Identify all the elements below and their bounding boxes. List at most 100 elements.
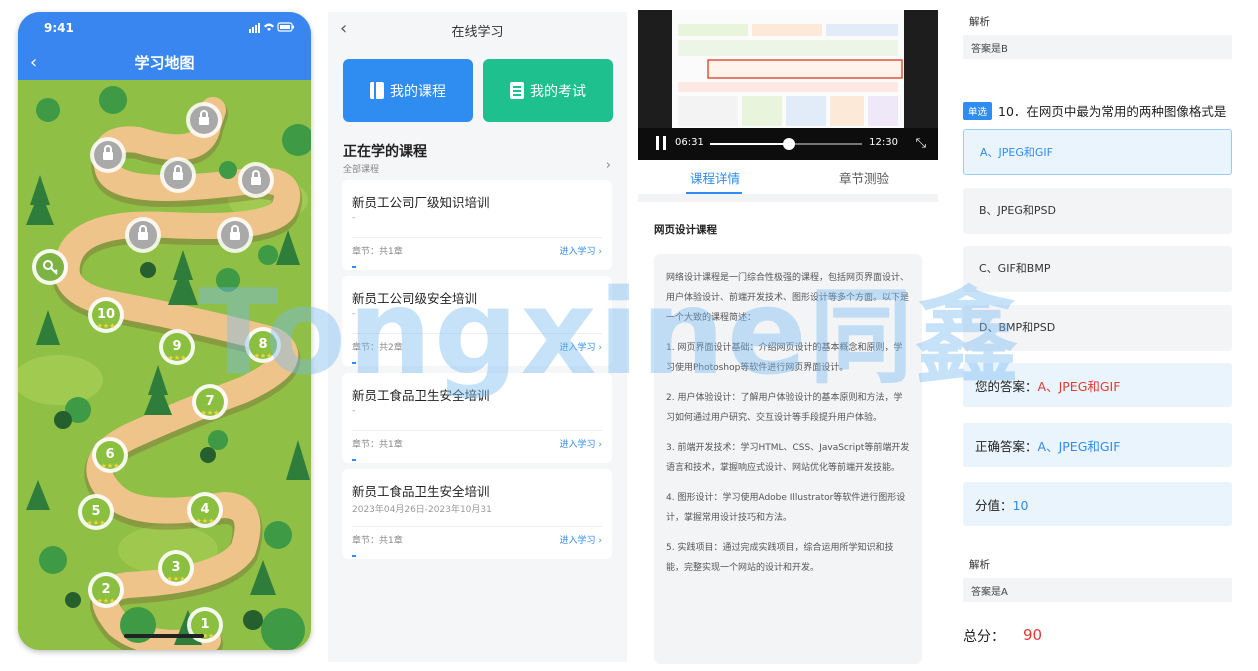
star-rating-icon: ★★★ — [196, 517, 215, 525]
divider — [638, 194, 938, 202]
total-label: 总分： — [963, 629, 1005, 645]
chevron-right-icon[interactable]: › — [606, 158, 611, 173]
course-title: 新员工公司厂级知识培训 — [352, 195, 490, 210]
my-exams-label: 我的考试 — [530, 83, 586, 100]
book-icon — [370, 82, 384, 99]
tab-course-detail[interactable]: 课程详情 — [690, 168, 740, 187]
all-courses-link[interactable]: 全部课程 — [343, 162, 379, 175]
course-card[interactable]: 新员工公司级安全培训 - 章节：共2章 进入学习 › — [342, 276, 612, 366]
star-rating-icon: ★★★ — [101, 462, 120, 470]
duration: 12:30 — [869, 137, 898, 148]
level-number: 1 — [200, 617, 209, 632]
document-icon — [510, 82, 524, 99]
level-node-9[interactable]: 9★★★ — [159, 329, 195, 365]
status-icons — [249, 21, 295, 36]
my-courses-button[interactable]: 我的课程 — [343, 59, 473, 122]
star-rating-icon: ★★★ — [201, 409, 220, 417]
enter-study-link[interactable]: 进入学习 › — [560, 437, 602, 450]
level-number: 4 — [200, 502, 209, 517]
seek-progress — [710, 143, 790, 145]
score-row: 分值：10 — [963, 482, 1232, 526]
course-chapters: 章节：共1章 — [352, 247, 403, 257]
pause-icon[interactable] — [656, 136, 666, 150]
your-answer-row: 您的答案：A、JPEG和GIF — [963, 363, 1232, 407]
slide-diagram-image — [672, 10, 904, 128]
map-header: 9:41 ‹ 学习地图 — [18, 12, 311, 80]
level-node-8[interactable]: 8★★★ — [245, 327, 281, 363]
my-courses-label: 我的课程 — [390, 83, 446, 100]
star-rating-icon: ★★★ — [254, 352, 273, 360]
enter-study-link[interactable]: 进入学习 › — [560, 244, 602, 257]
correct-answer-value: A、JPEG和GIF — [1037, 439, 1121, 454]
course-title: 新员工食品卫生安全培训 — [352, 484, 490, 499]
seek-handle[interactable] — [783, 138, 796, 150]
star-rating-icon: ★★★ — [168, 354, 187, 362]
option-b[interactable]: B、JPEG和PSD — [963, 188, 1232, 234]
level-number: 3 — [171, 560, 180, 575]
level-number: 9 — [172, 339, 181, 354]
status-time: 9:41 — [44, 21, 74, 35]
question-type-badge: 单选 — [963, 101, 993, 120]
course-card[interactable]: 新员工食品卫生安全培训 2023年04月26日-2023年10月31 章节：共1… — [342, 469, 612, 559]
video-frame — [672, 10, 904, 128]
total-score: 90 — [1023, 626, 1043, 644]
level-node-7[interactable]: 7★★★ — [192, 384, 228, 420]
level-number: 7 — [205, 394, 214, 409]
progress-bar — [352, 459, 356, 461]
level-number: 5 — [91, 504, 100, 519]
question-text: 10．在网页中最为常用的两种图像格式是 — [998, 104, 1227, 119]
section-title: 正在学的课程 — [343, 144, 427, 160]
star-rating-icon: ★★★ — [97, 322, 116, 330]
course-chapters: 章节：共1章 — [352, 536, 403, 546]
description-paragraph: 1. 网页界面设计基础：介绍网页设计的基本概念和原则，学习使用Photoshop… — [666, 343, 903, 373]
course-heading: 网页设计课程 — [654, 224, 717, 236]
description-paragraph: 网络设计课程是一门综合性极强的课程，包括网页界面设计、用户体验设计、前端开发技术… — [666, 273, 910, 323]
level-node-6[interactable]: 6★★★ — [92, 437, 128, 473]
seek-bar[interactable] — [710, 138, 862, 150]
enter-study-link[interactable]: 进入学习 › — [560, 340, 602, 353]
score-value: 10 — [1012, 498, 1029, 513]
divider — [352, 526, 602, 527]
course-title: 新员工公司级安全培训 — [352, 291, 478, 306]
course-chapters: 章节：共2章 — [352, 343, 403, 353]
description-paragraph: 3. 前端开发技术：学习HTML、CSS、JavaScript等前端开发语言和技… — [666, 443, 910, 473]
progress-bar — [352, 555, 356, 557]
fullscreen-icon[interactable]: ⤡ — [916, 136, 926, 151]
page-title: 学习地图 — [134, 54, 195, 72]
option-a[interactable]: A、JPEG和GIF — [963, 129, 1232, 175]
your-answer-label: 您的答案： — [975, 379, 1038, 394]
progress-bar — [352, 266, 356, 268]
progress-bar — [352, 362, 356, 364]
previous-analysis: 答案是B — [963, 35, 1232, 59]
level-node-3[interactable]: 3★★★ — [158, 550, 194, 586]
enter-study-link[interactable]: 进入学习 › — [560, 533, 602, 546]
video-controls: 06:31 12:30 ⤡ — [638, 128, 938, 160]
course-card[interactable]: 新员工公司厂级知识培训 - 章节：共1章 进入学习 › — [342, 180, 612, 270]
course-title: 新员工食品卫生安全培训 — [352, 388, 490, 403]
signal-wifi-battery-icon — [249, 22, 294, 33]
level-number: 8 — [258, 337, 267, 352]
tab-chapter-quiz[interactable]: 章节测验 — [839, 168, 889, 187]
analysis-label: 解析 — [969, 16, 990, 28]
course-detail-screen: 06:31 12:30 ⤡ 课程详情 章节测验 网页设计课程 网络设计课程是一门… — [638, 10, 938, 664]
course-card[interactable]: 新员工食品卫生安全培训 - 章节：共1章 进入学习 › — [342, 373, 612, 463]
current-time: 06:31 — [675, 137, 704, 148]
video-player[interactable]: 06:31 12:30 ⤡ — [638, 10, 938, 160]
page-title: 在线学习 — [451, 25, 504, 40]
level-node-10[interactable]: 10★★★ — [88, 297, 124, 333]
description-paragraph: 4. 图形设计：学习使用Adobe Illustrator等软件进行图形设计，掌… — [666, 493, 906, 523]
course-description: 网络设计课程是一门综合性极强的课程，包括网页界面设计、用户体验设计、前端开发技术… — [654, 254, 922, 664]
level-node-5[interactable]: 5★★★ — [78, 494, 114, 530]
exam-result-screen: 解析 答案是B 单选 10．在网页中最为常用的两种图像格式是 A、JPEG和GI… — [955, 0, 1258, 671]
level-node-4[interactable]: 4★★★ — [187, 492, 223, 528]
my-exams-button[interactable]: 我的考试 — [483, 59, 613, 122]
course-date: - — [352, 213, 356, 223]
score-label: 分值： — [975, 498, 1013, 513]
level-number: 10 — [97, 307, 115, 322]
question: 单选 10．在网页中最为常用的两种图像格式是 — [963, 101, 1226, 120]
learning-map-screen: 9:41 ‹ 学习地图 1 ★★★ 2 ★★★ 3 ★★★ 4 ★★★ 5 ★★… — [18, 12, 311, 650]
option-c[interactable]: C、GIF和BMP — [963, 246, 1232, 292]
option-d[interactable]: D、BMP和PSD — [963, 305, 1232, 351]
online-header: ‹ 在线学习 — [328, 12, 627, 46]
level-node-2[interactable]: 2★★★ — [88, 572, 124, 608]
